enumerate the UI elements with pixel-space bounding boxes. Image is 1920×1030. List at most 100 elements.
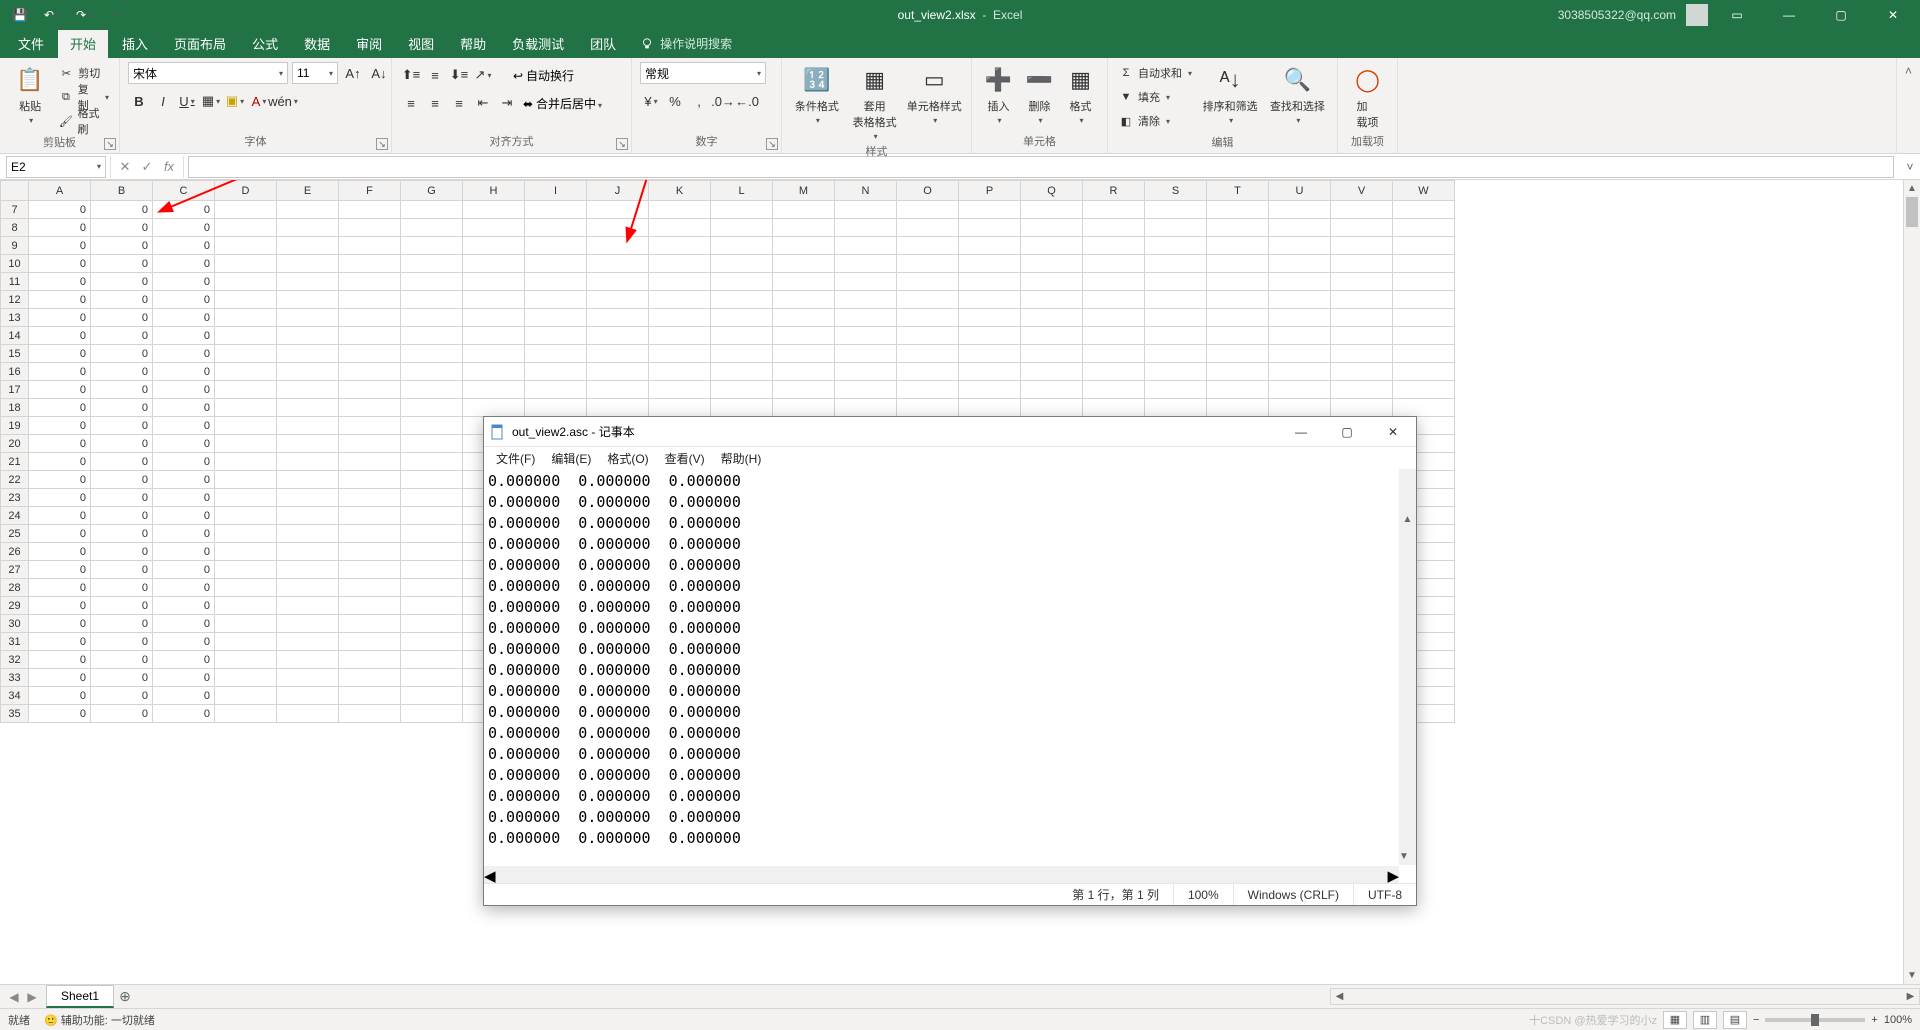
cell-A20[interactable]: 0 — [29, 435, 91, 453]
cell-L10[interactable] — [711, 255, 773, 273]
cell-A18[interactable]: 0 — [29, 399, 91, 417]
col-header-U[interactable]: U — [1269, 181, 1331, 201]
cell-D7[interactable] — [215, 201, 277, 219]
tab-负载测试[interactable]: 负载测试 — [500, 28, 576, 58]
cell-S14[interactable] — [1145, 327, 1207, 345]
cell-V16[interactable] — [1331, 363, 1393, 381]
col-header-V[interactable]: V — [1331, 181, 1393, 201]
cell-C17[interactable]: 0 — [153, 381, 215, 399]
row-header-11[interactable]: 11 — [1, 273, 29, 291]
cell-C20[interactable]: 0 — [153, 435, 215, 453]
cell-Q13[interactable] — [1021, 309, 1083, 327]
cell-L8[interactable] — [711, 219, 773, 237]
zoom-out-icon[interactable]: − — [1753, 1014, 1759, 1026]
cell-W12[interactable] — [1393, 291, 1455, 309]
cell-I11[interactable] — [525, 273, 587, 291]
cell-C8[interactable]: 0 — [153, 219, 215, 237]
cell-H7[interactable] — [463, 201, 525, 219]
tab-文件[interactable]: 文件 — [6, 28, 56, 58]
cell-H9[interactable] — [463, 237, 525, 255]
cell-F30[interactable] — [339, 615, 401, 633]
row-header-9[interactable]: 9 — [1, 237, 29, 255]
cell-P13[interactable] — [959, 309, 1021, 327]
cell-P9[interactable] — [959, 237, 1021, 255]
notepad-minimize-button[interactable]: — — [1278, 417, 1324, 447]
cell-J12[interactable] — [587, 291, 649, 309]
cell-N17[interactable] — [835, 381, 897, 399]
col-header-N[interactable]: N — [835, 181, 897, 201]
notepad-menu-item[interactable]: 格式(O) — [601, 448, 654, 469]
cell-D8[interactable] — [215, 219, 277, 237]
cell-A11[interactable]: 0 — [29, 273, 91, 291]
row-header-32[interactable]: 32 — [1, 651, 29, 669]
row-header-15[interactable]: 15 — [1, 345, 29, 363]
cell-H12[interactable] — [463, 291, 525, 309]
cell-M17[interactable] — [773, 381, 835, 399]
cell-C29[interactable]: 0 — [153, 597, 215, 615]
phonetic-button[interactable]: wén▾ — [272, 90, 294, 112]
cell-A8[interactable]: 0 — [29, 219, 91, 237]
cell-W18[interactable] — [1393, 399, 1455, 417]
cell-F7[interactable] — [339, 201, 401, 219]
cell-A15[interactable]: 0 — [29, 345, 91, 363]
cell-B31[interactable]: 0 — [91, 633, 153, 651]
minimize-button[interactable]: — — [1766, 0, 1812, 30]
cell-J14[interactable] — [587, 327, 649, 345]
cell-Q8[interactable] — [1021, 219, 1083, 237]
cell-D34[interactable] — [215, 687, 277, 705]
col-header-C[interactable]: C — [153, 181, 215, 201]
cell-A23[interactable]: 0 — [29, 489, 91, 507]
italic-button[interactable]: I — [152, 90, 174, 112]
cell-F32[interactable] — [339, 651, 401, 669]
formula-input[interactable] — [188, 156, 1894, 178]
cell-W14[interactable] — [1393, 327, 1455, 345]
cell-G18[interactable] — [401, 399, 463, 417]
cell-B16[interactable]: 0 — [91, 363, 153, 381]
cell-V17[interactable] — [1331, 381, 1393, 399]
cell-C23[interactable]: 0 — [153, 489, 215, 507]
cell-A13[interactable]: 0 — [29, 309, 91, 327]
align-center-icon[interactable]: ≡ — [424, 92, 446, 114]
cell-B35[interactable]: 0 — [91, 705, 153, 723]
cell-T16[interactable] — [1207, 363, 1269, 381]
row-header-16[interactable]: 16 — [1, 363, 29, 381]
worksheet-grid[interactable]: ABCDEFGHIJKLMNOPQRSTUVW70008000900010000… — [0, 180, 1920, 984]
cell-H8[interactable] — [463, 219, 525, 237]
cell-T11[interactable] — [1207, 273, 1269, 291]
cell-R15[interactable] — [1083, 345, 1145, 363]
cell-A10[interactable]: 0 — [29, 255, 91, 273]
cell-styles-button[interactable]: ▭单元格样式▾ — [906, 62, 963, 125]
cell-K9[interactable] — [649, 237, 711, 255]
cell-W17[interactable] — [1393, 381, 1455, 399]
cell-K7[interactable] — [649, 201, 711, 219]
cell-K13[interactable] — [649, 309, 711, 327]
avatar-icon[interactable] — [1686, 4, 1708, 26]
cell-F35[interactable] — [339, 705, 401, 723]
cell-T15[interactable] — [1207, 345, 1269, 363]
close-button[interactable]: ✕ — [1870, 0, 1916, 30]
cell-W13[interactable] — [1393, 309, 1455, 327]
cell-F9[interactable] — [339, 237, 401, 255]
cell-E17[interactable] — [277, 381, 339, 399]
cell-A25[interactable]: 0 — [29, 525, 91, 543]
cell-U16[interactable] — [1269, 363, 1331, 381]
cell-A21[interactable]: 0 — [29, 453, 91, 471]
cell-H10[interactable] — [463, 255, 525, 273]
cell-G35[interactable] — [401, 705, 463, 723]
cell-B10[interactable]: 0 — [91, 255, 153, 273]
merge-center-button[interactable]: ⬌合并后居中▾ — [520, 95, 602, 112]
cell-B21[interactable]: 0 — [91, 453, 153, 471]
cell-F11[interactable] — [339, 273, 401, 291]
row-header-19[interactable]: 19 — [1, 417, 29, 435]
row-header-21[interactable]: 21 — [1, 453, 29, 471]
cell-B24[interactable]: 0 — [91, 507, 153, 525]
cell-U8[interactable] — [1269, 219, 1331, 237]
cell-G16[interactable] — [401, 363, 463, 381]
view-page-break-icon[interactable]: ▤ — [1723, 1011, 1747, 1029]
cell-B26[interactable]: 0 — [91, 543, 153, 561]
cell-T17[interactable] — [1207, 381, 1269, 399]
dialog-launcher-icon[interactable]: ↘ — [766, 138, 778, 150]
cell-O18[interactable] — [897, 399, 959, 417]
cell-R13[interactable] — [1083, 309, 1145, 327]
cell-P10[interactable] — [959, 255, 1021, 273]
